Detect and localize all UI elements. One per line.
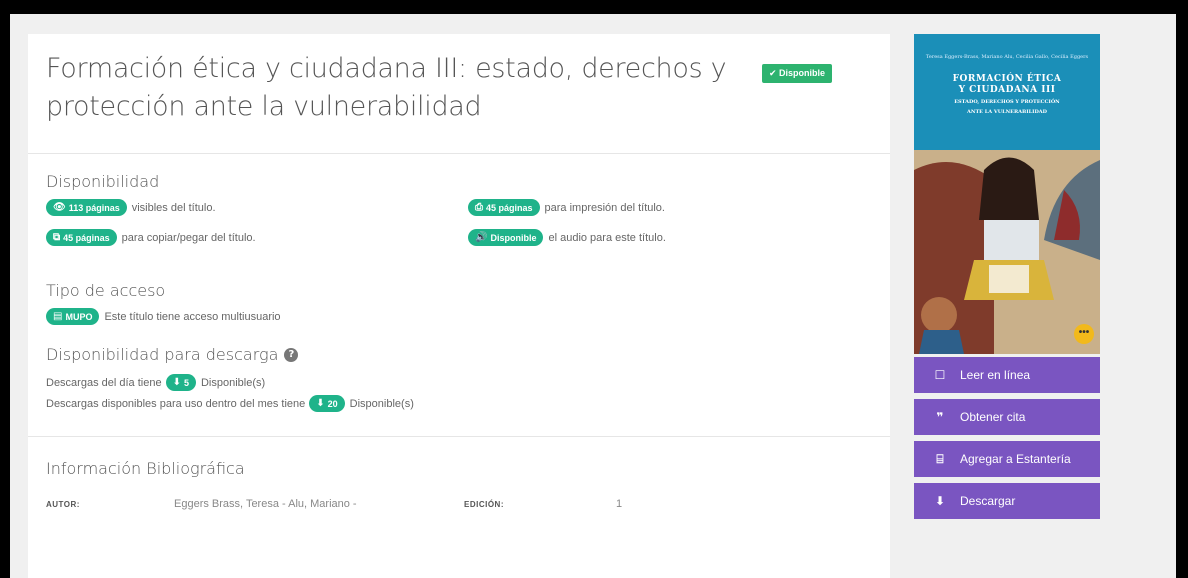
read-online-label: Leer en línea	[960, 368, 1031, 382]
cover-title-line1: FORMACIÓN ÉTICA	[952, 74, 1062, 84]
downloads-day-suffix: Disponible(s)	[200, 376, 266, 389]
downloads-day-text: Descargas del día tiene	[46, 376, 162, 389]
page-icon: ☐	[934, 368, 946, 382]
copy-pages-text: para copiar/pegar del título.	[121, 231, 256, 244]
visible-pages-row: 👁 113 páginas visibles del título.	[46, 199, 216, 216]
read-online-button[interactable]: ☐ Leer en línea	[914, 357, 1100, 393]
cover-art-svg	[914, 150, 1100, 354]
quote-icon: ❞	[936, 410, 944, 424]
visible-pages-pill: 👁 113 páginas	[46, 199, 127, 216]
action-buttons: ☐ Leer en línea ❞ Obtener cita ⌸ Agregar…	[914, 357, 1100, 525]
access-row: ▤ MUPO Este título tiene acceso multiusua…	[46, 308, 872, 325]
download-button[interactable]: ⬇ Descargar	[914, 483, 1100, 519]
copy-pages-row: ⧉ 45 páginas para copiar/pegar del título…	[46, 229, 256, 246]
access-type: MUPO	[65, 311, 93, 322]
cover-more-button[interactable]: •••	[1074, 324, 1094, 344]
visible-pages-count: 113 páginas	[68, 202, 120, 213]
access-section: Tipo de acceso ▤ MUPO Este título tiene a…	[28, 271, 890, 325]
page-frame: Formación ética y ciudadana III: estado,…	[10, 14, 1176, 578]
book-icon: ▤	[53, 311, 63, 322]
speaker-icon: 🔊	[475, 232, 488, 243]
add-to-shelf-button[interactable]: ⌸ Agregar a Estantería	[914, 441, 1100, 477]
downloads-section: Disponibilidad para descarga ? Descargas…	[28, 325, 890, 412]
author-label: AUTOR:	[46, 500, 80, 509]
eye-icon: 👁	[53, 202, 66, 213]
print-icon: ⎙	[475, 202, 483, 213]
access-heading: Tipo de acceso	[46, 281, 166, 300]
cover-authors: Teresa Eggers-Brass, Mariano Alu, Cecili…	[925, 54, 1089, 60]
copy-pages-pill: ⧉ 45 páginas	[46, 229, 117, 246]
downloads-month-pill: ⬇ 20	[309, 395, 345, 412]
download-icon: ⬇	[934, 494, 946, 508]
cover-illustration: •••	[914, 150, 1100, 354]
book-detail-card: Formación ética y ciudadana III: estado,…	[28, 34, 890, 578]
title-block: Formación ética y ciudadana III: estado,…	[28, 34, 890, 154]
edition-label: EDICIÓN:	[464, 500, 504, 509]
downloads-month-suffix: Disponible(s)	[349, 397, 414, 410]
download-icon: ⬇	[172, 377, 181, 388]
print-pages-text: para impresión del título.	[544, 201, 665, 214]
biblio-section: Información Bibliográfica AUTOR: Eggers …	[28, 437, 890, 528]
get-citation-label: Obtener cita	[960, 410, 1026, 424]
availability-heading: Disponibilidad	[46, 172, 160, 191]
availability-grid: 👁 113 páginas visibles del título. ⎙ 45 pá…	[46, 191, 872, 271]
cover-title-line2: Y CIUDADANA III	[958, 85, 1056, 95]
audio-text: el audio para este título.	[548, 231, 666, 244]
print-pages-pill: ⎙ 45 páginas	[468, 199, 540, 216]
shelf-icon: ⌸	[936, 451, 944, 466]
access-text: Este título tiene acceso multiusuario	[104, 310, 281, 323]
cover-subtitle-line1: ESTADO, DERECHOS Y PROTECCIÓN	[954, 99, 1060, 105]
get-citation-button[interactable]: ❞ Obtener cita	[914, 399, 1100, 435]
print-pages-count: 45 páginas	[486, 202, 533, 213]
audio-status: Disponible	[490, 232, 537, 243]
availability-section: Disponibilidad 👁 113 páginas visibles del…	[28, 154, 890, 271]
author-value: Eggers Brass, Teresa - Alu, Mariano -	[174, 498, 357, 510]
cover-title-area: Teresa Eggers-Brass, Mariano Alu, Cecili…	[914, 34, 1100, 150]
biblio-heading: Información Bibliográfica	[46, 459, 245, 478]
audio-pill: 🔊 Disponible	[468, 229, 544, 246]
downloads-day-row: Descargas del día tiene ⬇ 5 Disponible(s)	[46, 374, 872, 391]
copy-pages-count: 45 páginas	[63, 232, 110, 243]
audio-row: 🔊 Disponible el audio para este título.	[468, 229, 666, 246]
cover-subtitle-line2: ANTE LA VULNERABILIDAD	[967, 109, 1047, 115]
downloads-heading-row: Disponibilidad para descarga ?	[46, 345, 872, 364]
book-cover[interactable]: Teresa Eggers-Brass, Mariano Alu, Cecili…	[914, 34, 1100, 354]
visible-pages-text: visibles del título.	[131, 201, 216, 214]
downloads-day-count: 5	[183, 377, 189, 388]
downloads-month-text: Descargas disponibles para uso dentro de…	[46, 397, 306, 410]
book-title: Formación ética y ciudadana III: estado,…	[46, 53, 727, 122]
print-pages-row: ⎙ 45 páginas para impresión del título.	[468, 199, 665, 216]
download-label: Descargar	[960, 494, 1016, 508]
downloads-month-row: Descargas disponibles para uso dentro de…	[46, 395, 872, 412]
downloads-month-count: 20	[327, 398, 338, 409]
copy-icon: ⧉	[53, 232, 61, 243]
status-badge: ✔ Disponible	[762, 64, 833, 83]
access-pill: ▤ MUPO	[46, 308, 100, 325]
downloads-heading: Disponibilidad para descarga	[46, 345, 279, 364]
download-icon: ⬇	[316, 398, 325, 409]
edition-value: 1	[616, 498, 623, 510]
biblio-row: AUTOR: Eggers Brass, Teresa - Alu, Maria…	[46, 498, 872, 528]
help-icon[interactable]: ?	[284, 347, 299, 362]
add-to-shelf-label: Agregar a Estantería	[960, 452, 1071, 466]
downloads-day-pill: ⬇ 5	[165, 374, 196, 391]
